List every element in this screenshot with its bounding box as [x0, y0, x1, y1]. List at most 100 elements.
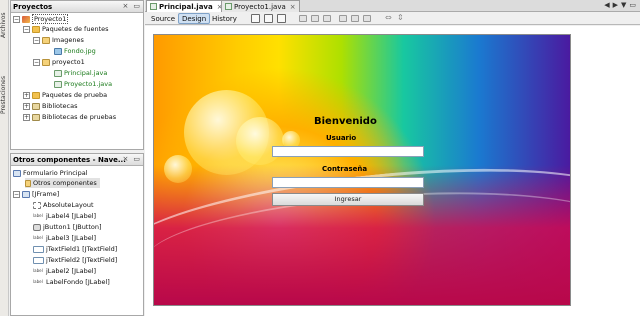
tree-label: AbsoluteLayout	[43, 201, 94, 209]
preview-design-icon[interactable]	[277, 14, 286, 23]
tree-node-other-components[interactable]: Otros componentes	[25, 178, 100, 188]
tree-node-layout[interactable]: AbsoluteLayout	[33, 200, 94, 210]
tab-list-icon[interactable]: ▼	[621, 1, 626, 9]
align-right-icon[interactable]	[323, 15, 331, 22]
scroll-right-icon[interactable]: ▶	[613, 1, 618, 9]
tree-label: jLabel3 [JLabel]	[46, 234, 97, 242]
button-icon	[33, 223, 41, 231]
tree-node-jlabel2[interactable]: label jLabel2 [JLabel]	[33, 266, 96, 276]
align-middle-icon[interactable]	[351, 15, 359, 22]
tab-prestaciones[interactable]: Prestaciones	[0, 70, 9, 120]
close-icon[interactable]: ×	[123, 155, 129, 163]
layout-icon	[33, 201, 41, 209]
collapse-toggle-icon[interactable]: −	[33, 58, 40, 66]
package-icon	[42, 58, 50, 66]
expand-toggle-icon[interactable]: +	[23, 91, 30, 99]
expand-toggle-icon[interactable]: +	[23, 113, 30, 121]
collapse-toggle-icon[interactable]: −	[33, 36, 40, 44]
source-button[interactable]: Source	[148, 13, 178, 24]
minimize-icon[interactable]: ▭	[133, 2, 140, 10]
minimize-icon[interactable]: ▭	[133, 155, 140, 163]
tree-node-proyecto1-package[interactable]: − proyecto1	[33, 57, 85, 67]
tree-label: [JFrame]	[32, 190, 60, 198]
projects-panel-header: Proyectos × ▭	[11, 1, 143, 13]
tree-label: Proyecto1.java	[64, 80, 113, 88]
folder-icon	[25, 179, 31, 187]
tree-label: Proyecto1	[32, 14, 69, 24]
tab-proyecto1-java[interactable]: Proyecto1.java ×	[221, 0, 300, 12]
navigator-panel-title: Otros componentes - Nave...	[13, 155, 126, 164]
tree-node-imagenes[interactable]: − Imagenes	[33, 35, 84, 45]
resize-vertical-icon[interactable]: ⇕	[397, 13, 404, 22]
connection-mode-icon[interactable]	[264, 14, 273, 23]
tree-label: Imagenes	[52, 36, 84, 44]
tree-label: jTextField2 [JTextField]	[46, 256, 118, 264]
textfield-icon	[33, 245, 44, 253]
ingresar-button[interactable]: Ingresar	[272, 193, 424, 206]
tree-node-jframe[interactable]: − [JFrame]	[13, 189, 59, 199]
collapse-toggle-icon[interactable]: −	[13, 190, 20, 198]
tree-node-test-packages[interactable]: + Paquetes de prueba	[23, 90, 107, 100]
close-tab-icon[interactable]: ×	[290, 3, 296, 11]
label-icon: label	[33, 235, 43, 240]
tree-node-source-packages[interactable]: − Paquetes de fuentes	[23, 24, 109, 34]
collapse-toggle-icon[interactable]: −	[13, 15, 20, 23]
maximize-icon[interactable]: ▭	[629, 1, 636, 9]
label-icon: label	[33, 213, 43, 218]
tree-label: jLabel2 [JLabel]	[46, 267, 97, 275]
tab-archivos[interactable]: Archivos	[0, 10, 9, 40]
design-button[interactable]: Design	[178, 13, 211, 24]
source-packages-icon	[32, 25, 40, 33]
align-left-icon[interactable]	[299, 15, 307, 22]
usuario-textfield[interactable]	[272, 146, 424, 157]
jframe-preview[interactable]: Bienvenido Usuario Contraseña Ingresar	[153, 34, 571, 306]
side-strip: Archivos Prestaciones	[0, 0, 9, 316]
background-bubble	[164, 155, 192, 183]
tree-node-form[interactable]: Formulario Principal	[13, 168, 88, 178]
jframe-icon	[22, 190, 30, 198]
tab-label: Proyecto1.java	[234, 2, 286, 11]
test-packages-icon	[32, 91, 40, 99]
align-bottom-icon[interactable]	[363, 15, 371, 22]
resize-horizontal-icon[interactable]: ⇔	[385, 13, 392, 22]
tree-node-project[interactable]: − Proyecto1	[13, 14, 69, 24]
tree-node-labelfondo[interactable]: label LabelFondo [JLabel]	[33, 277, 110, 287]
java-file-icon	[225, 3, 232, 10]
tree-node-jtextfield1[interactable]: jTextField1 [JTextField]	[33, 244, 117, 254]
tree-node-fondo-jpg[interactable]: Fondo.jpg	[54, 46, 96, 56]
password-textfield[interactable]	[272, 177, 424, 188]
tree-label: Principal.java	[64, 69, 108, 77]
tree-label: LabelFondo [JLabel]	[46, 278, 110, 286]
tab-principal-java[interactable]: Principal.java ×	[146, 0, 227, 12]
tree-label: Fondo.jpg	[64, 47, 96, 55]
tree-node-libraries[interactable]: + Bibliotecas	[23, 101, 77, 111]
tree-label: Formulario Principal	[23, 169, 88, 177]
tree-node-jtextfield2[interactable]: jTextField2 [JTextField]	[33, 255, 117, 265]
form-icon	[13, 169, 21, 177]
collapse-toggle-icon[interactable]: −	[23, 25, 30, 33]
align-top-icon[interactable]	[339, 15, 347, 22]
label-icon: label	[33, 279, 43, 284]
tree-node-proyecto1-java[interactable]: Proyecto1.java	[54, 79, 112, 89]
textfield-icon	[33, 256, 44, 264]
history-button[interactable]: History	[209, 13, 240, 24]
projects-panel: Proyectos × ▭ − Proyecto1 − Paquetes de …	[10, 0, 144, 150]
expand-toggle-icon[interactable]: +	[23, 102, 30, 110]
tree-label: jTextField1 [JTextField]	[46, 245, 118, 253]
editor-tab-bar: Principal.java × Proyecto1.java × ◀ ▶ ▼ …	[145, 0, 640, 12]
selection-mode-icon[interactable]	[251, 14, 260, 23]
design-canvas[interactable]: Bienvenido Usuario Contraseña Ingresar	[145, 26, 640, 316]
welcome-title: Bienvenido	[314, 116, 377, 127]
scroll-left-icon[interactable]: ◀	[604, 1, 609, 9]
project-icon	[22, 15, 30, 23]
tree-node-jlabel4[interactable]: label jLabel4 [JLabel]	[33, 211, 96, 221]
align-center-icon[interactable]	[311, 15, 319, 22]
tree-node-jbutton1[interactable]: jButton1 [JButton]	[33, 222, 102, 232]
tree-label: jLabel4 [JLabel]	[46, 212, 97, 220]
tree-node-principal-java[interactable]: Principal.java	[54, 68, 107, 78]
design-toolbar: Source Design History ⇔ ⇕	[145, 12, 640, 25]
tree-node-jlabel3[interactable]: label jLabel3 [JLabel]	[33, 233, 96, 243]
close-icon[interactable]: ×	[123, 2, 129, 10]
background-bubble	[236, 117, 284, 165]
tree-node-test-libraries[interactable]: + Bibliotecas de pruebas	[23, 112, 116, 122]
